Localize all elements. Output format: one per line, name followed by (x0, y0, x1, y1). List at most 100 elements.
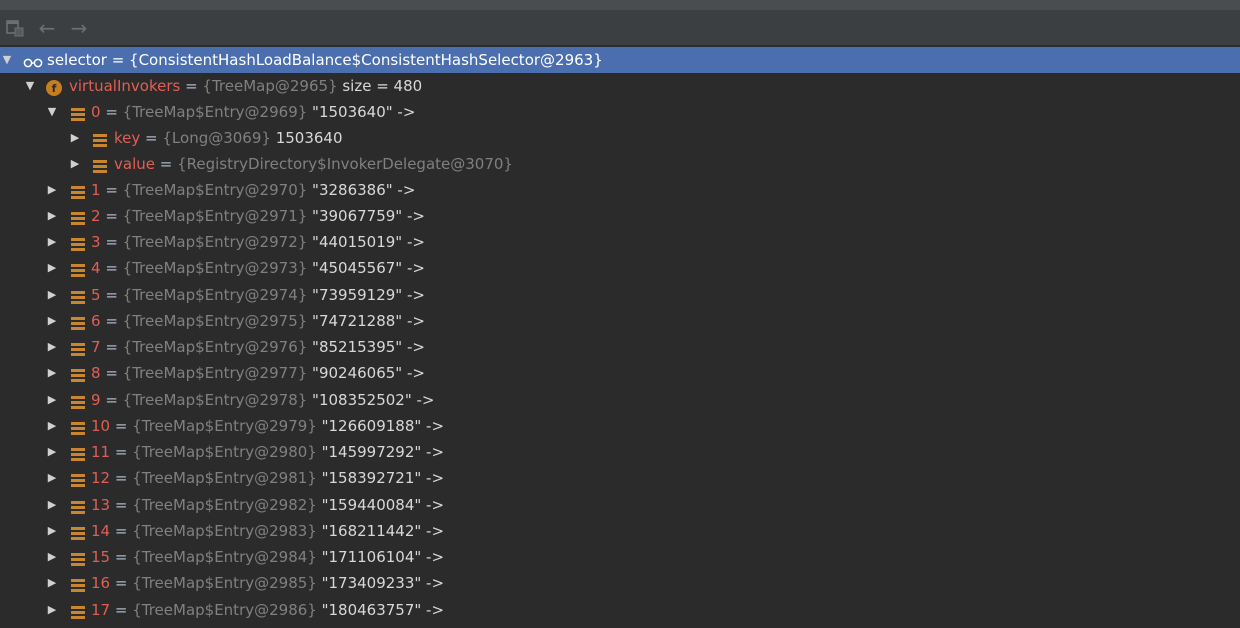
object-reference: {TreeMap$Entry@2971} (122, 207, 308, 225)
equals-sign: = (100, 207, 123, 225)
variable-value: "44015019" -> (307, 233, 425, 251)
tree-row-entry[interactable]: ▶ 17 = {TreeMap$Entry@2986} "180463757" … (0, 597, 1240, 623)
back-arrow-icon[interactable]: ← (36, 17, 58, 39)
debugger-toolbar: ← → (0, 10, 1240, 46)
collapsed-arrow-icon[interactable]: ▶ (68, 125, 82, 151)
collapsed-arrow-icon[interactable]: ▶ (45, 334, 59, 360)
tree-row-entry[interactable]: ▶ 11 = {TreeMap$Entry@2980} "145997292" … (0, 439, 1240, 465)
collapsed-arrow-icon[interactable]: ▶ (45, 544, 59, 570)
variable-value: "73959129" -> (307, 286, 425, 304)
equals-sign: = (110, 469, 133, 487)
variable-name: virtualInvokers (69, 77, 181, 95)
tree-row-text: 5 = {TreeMap$Entry@2974} "73959129" -> (91, 282, 425, 308)
tree-row-virtual-invokers[interactable]: ▼ f virtualInvokers = {TreeMap@2965} siz… (0, 73, 1240, 99)
collapsed-arrow-icon[interactable]: ▶ (45, 413, 59, 439)
object-reference: {TreeMap$Entry@2984} (132, 548, 317, 566)
equals-sign: = (110, 601, 133, 619)
tree-row-selector[interactable]: ▼ selector = {ConsistentHashLoadBalance$… (0, 47, 1240, 73)
tree-row-text: value = {RegistryDirectory$InvokerDelega… (114, 151, 513, 177)
tree-row-entry[interactable]: ▶ 4 = {TreeMap$Entry@2973} "45045567" -> (0, 255, 1240, 281)
collapsed-arrow-icon[interactable]: ▶ (45, 518, 59, 544)
variable-value: "39067759" -> (307, 207, 425, 225)
tree-row-text: 10 = {TreeMap$Entry@2979} "126609188" -> (91, 413, 444, 439)
variable-value: "159440084" -> (316, 496, 445, 514)
tree-row-entry[interactable]: ▶ 3 = {TreeMap$Entry@2972} "44015019" -> (0, 229, 1240, 255)
collapsed-arrow-icon[interactable]: ▶ (45, 597, 59, 623)
variable-name: value (114, 155, 155, 173)
tree-row-entry[interactable]: ▶ 10 = {TreeMap$Entry@2979} "126609188" … (0, 413, 1240, 439)
forward-arrow-icon[interactable]: → (68, 17, 90, 39)
collapsed-arrow-icon[interactable]: ▶ (45, 439, 59, 465)
tree-row-entry[interactable]: ▶ 14 = {TreeMap$Entry@2983} "168211442" … (0, 518, 1240, 544)
tree-row-entry[interactable]: ▶ 2 = {TreeMap$Entry@2971} "39067759" -> (0, 203, 1240, 229)
collapsed-arrow-icon[interactable]: ▶ (45, 492, 59, 518)
entry-stack-icon (70, 234, 86, 251)
collapsed-arrow-icon[interactable]: ▶ (45, 229, 59, 255)
collapsed-arrow-icon[interactable]: ▶ (45, 282, 59, 308)
collapsed-arrow-icon[interactable]: ▶ (45, 570, 59, 596)
tree-row-value[interactable]: ▶ value = {RegistryDirectory$InvokerDele… (0, 151, 1240, 177)
object-reference: {TreeMap$Entry@2985} (132, 574, 317, 592)
tree-row-entry[interactable]: ▶ 15 = {TreeMap$Entry@2984} "171106104" … (0, 544, 1240, 570)
variable-value: "168211442" -> (316, 522, 445, 540)
equals-sign: = (100, 338, 123, 356)
tree-row-text: 0 = {TreeMap$Entry@2969} "1503640" -> (91, 99, 415, 125)
collapsed-arrow-icon[interactable]: ▶ (45, 177, 59, 203)
equals-sign: = (140, 129, 163, 147)
variable-value: "3286386" -> (307, 181, 416, 199)
collapsed-arrow-icon[interactable]: ▶ (45, 203, 59, 229)
tree-row-entry[interactable]: ▶ 1 = {TreeMap$Entry@2970} "3286386" -> (0, 177, 1240, 203)
collapsed-arrow-icon[interactable]: ▶ (45, 360, 59, 386)
tree-row-entry[interactable]: ▶ 13 = {TreeMap$Entry@2982} "159440084" … (0, 492, 1240, 518)
collapsed-arrow-icon[interactable]: ▶ (45, 255, 59, 281)
equals-sign: = (100, 364, 123, 382)
object-reference: {TreeMap$Entry@2970} (122, 181, 308, 199)
equals-sign: = (154, 155, 178, 173)
variable-value: "158392721" -> (316, 469, 445, 487)
variable-name: 16 (91, 574, 111, 592)
tree-row-entry[interactable]: ▼ 0 = {TreeMap$Entry@2969} "1503640" -> (0, 99, 1240, 125)
tree-row-entry[interactable]: ▶ 7 = {TreeMap$Entry@2976} "85215395" -> (0, 334, 1240, 360)
tree-row-entry[interactable]: ▶ 16 = {TreeMap$Entry@2985} "173409233" … (0, 570, 1240, 596)
variable-name: 1 (91, 181, 101, 199)
variable-name: 4 (91, 259, 101, 277)
entry-stack-icon (70, 182, 86, 199)
equals-sign: = (110, 443, 133, 461)
variable-value: "1503640" -> (307, 103, 416, 121)
tree-row-text: 1 = {TreeMap$Entry@2970} "3286386" -> (91, 177, 415, 203)
object-reference: {ConsistentHashLoadBalance$ConsistentHas… (129, 51, 603, 69)
collapsed-arrow-icon[interactable]: ▶ (45, 387, 59, 413)
tree-row-text: 14 = {TreeMap$Entry@2983} "168211442" -> (91, 518, 444, 544)
equals-sign: = (110, 496, 133, 514)
object-reference: {TreeMap$Entry@2973} (122, 259, 308, 277)
collapsed-arrow-icon[interactable]: ▶ (45, 465, 59, 491)
expand-arrow-icon[interactable]: ▼ (23, 73, 37, 99)
tree-row-entry[interactable]: ▶ 5 = {TreeMap$Entry@2974} "73959129" -> (0, 282, 1240, 308)
tree-row-text: 13 = {TreeMap$Entry@2982} "159440084" -> (91, 492, 444, 518)
object-reference: {Long@3069} (162, 129, 271, 147)
expand-arrow-icon[interactable]: ▼ (45, 99, 59, 125)
collapsed-arrow-icon[interactable]: ▶ (68, 151, 82, 177)
tree-row-entry[interactable]: ▶ 6 = {TreeMap$Entry@2975} "74721288" -> (0, 308, 1240, 334)
object-reference: {RegistryDirectory$InvokerDelegate@3070} (177, 155, 513, 173)
tree-row-entry[interactable]: ▶ 9 = {TreeMap$Entry@2978} "108352502" -… (0, 387, 1240, 413)
variable-name: 6 (91, 312, 101, 330)
collapsed-arrow-icon[interactable]: ▶ (45, 308, 59, 334)
variable-name: 8 (91, 364, 101, 382)
equals-sign: = (100, 181, 123, 199)
variable-name: 3 (91, 233, 101, 251)
entry-stack-icon (70, 260, 86, 277)
field-f-icon: f (46, 78, 62, 96)
equals-sign: = (180, 77, 203, 95)
tree-row-key[interactable]: ▶ key = {Long@3069} 1503640 (0, 125, 1240, 151)
equals-sign: = (100, 259, 123, 277)
field-f-letter: f (52, 82, 57, 95)
entry-stack-icon (70, 365, 86, 382)
entry-stack-icon (70, 549, 86, 566)
tree-row-entry[interactable]: ▶ 8 = {TreeMap$Entry@2977} "90246065" -> (0, 360, 1240, 386)
tree-row-entry[interactable]: ▶ 12 = {TreeMap$Entry@2981} "158392721" … (0, 465, 1240, 491)
restore-layout-icon[interactable] (4, 17, 26, 39)
tree-row-text: 11 = {TreeMap$Entry@2980} "145997292" -> (91, 439, 444, 465)
equals-sign: = (106, 51, 130, 69)
expand-arrow-icon[interactable]: ▼ (0, 47, 14, 73)
